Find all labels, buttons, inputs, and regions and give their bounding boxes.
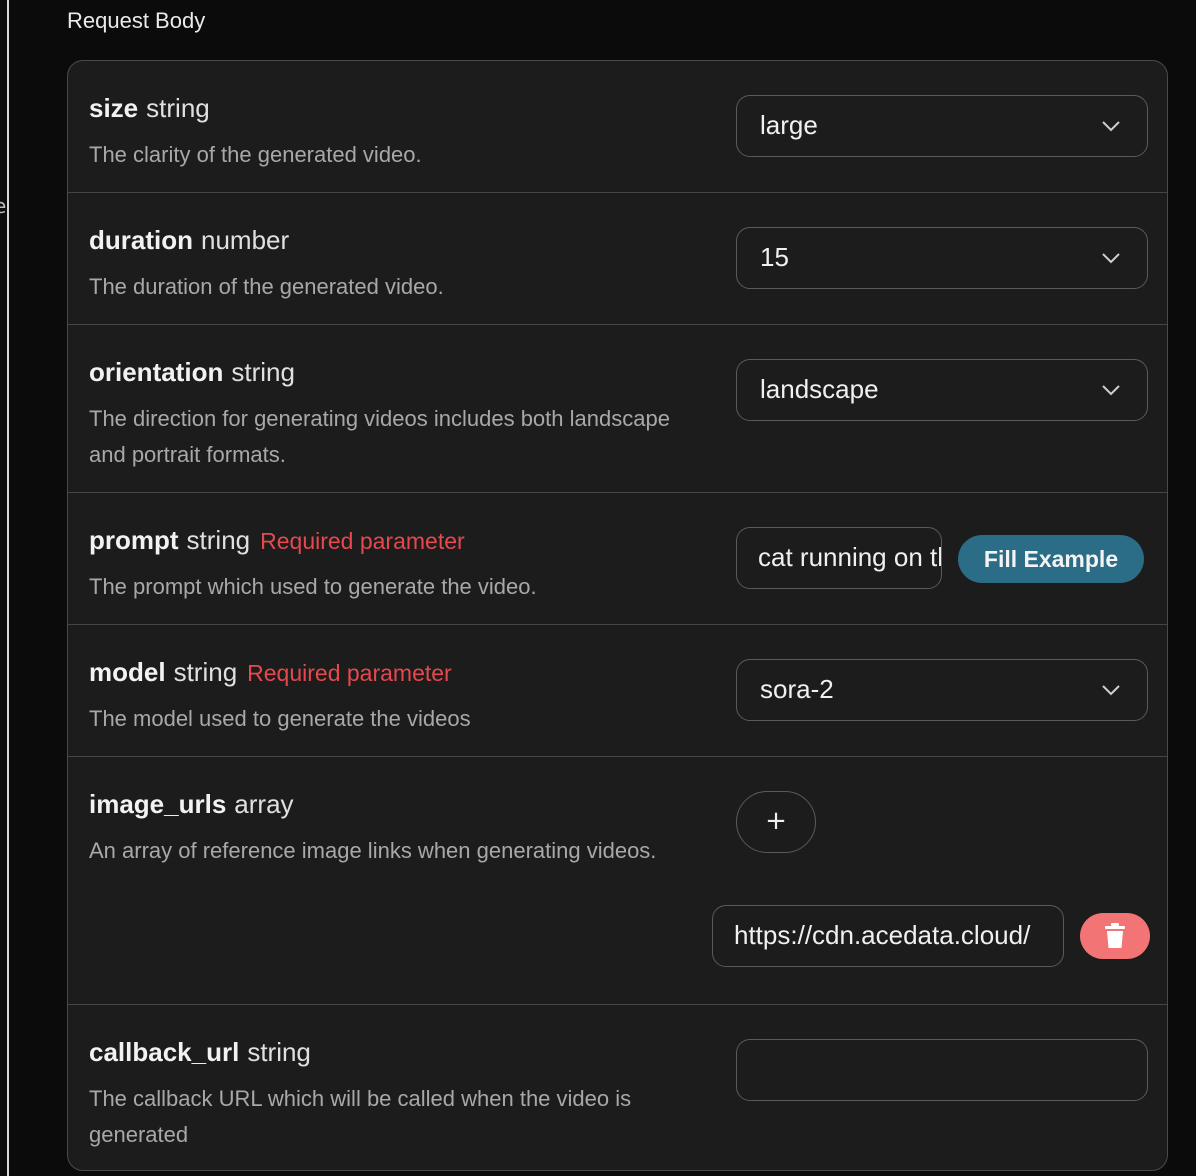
- select-value: large: [760, 110, 818, 140]
- left-panel-clipped-text: e: [0, 194, 7, 218]
- required-badge: Required parameter: [260, 528, 465, 554]
- param-description: The prompt which used to generate the vi…: [89, 574, 537, 599]
- select-value: landscape: [760, 374, 879, 404]
- required-badge: Required parameter: [247, 660, 452, 686]
- param-type: string: [186, 525, 251, 555]
- duration-select[interactable]: 15: [736, 227, 1148, 289]
- param-name: size: [89, 93, 139, 123]
- image-url-input[interactable]: https://cdn.acedata.cloud/: [712, 905, 1064, 967]
- request-body-card: size string The clarity of the generated …: [67, 60, 1168, 1171]
- chevron-down-icon: [1102, 253, 1120, 264]
- delete-item-button[interactable]: [1080, 913, 1150, 959]
- size-select[interactable]: large: [736, 95, 1148, 157]
- param-description: The clarity of the generated video.: [89, 142, 422, 167]
- param-type: string: [247, 1037, 311, 1067]
- param-name: image_urls: [89, 789, 227, 819]
- param-type: string: [173, 657, 238, 687]
- orientation-select[interactable]: landscape: [736, 359, 1148, 421]
- param-description: The duration of the generated video.: [89, 274, 444, 299]
- chevron-down-icon: [1102, 685, 1120, 696]
- select-value: 15: [760, 242, 789, 272]
- left-panel-border: [7, 0, 9, 1176]
- param-name: callback_url: [89, 1037, 240, 1067]
- param-header: size string: [89, 93, 210, 124]
- param-header: orientation string: [89, 357, 295, 388]
- param-row-image-urls: image_urls array An array of reference im…: [68, 757, 1167, 1005]
- param-header: image_urls array: [89, 789, 294, 820]
- param-type: string: [231, 357, 295, 387]
- callback-url-input[interactable]: [736, 1039, 1148, 1101]
- param-row-callback-url: callback_url string The callback URL whic…: [68, 1005, 1167, 1170]
- section-title: Request Body: [67, 8, 206, 33]
- chevron-down-icon: [1102, 121, 1120, 132]
- param-row-prompt: prompt string Required parameter The promp…: [68, 493, 1167, 625]
- param-row-model: model string Required parameter The model …: [68, 625, 1167, 757]
- param-row-orientation: orientation string The direction for gene…: [68, 325, 1167, 493]
- param-name: prompt: [89, 525, 179, 555]
- trash-icon: [1105, 923, 1125, 948]
- prompt-input[interactable]: cat running on the river: [736, 527, 942, 589]
- add-item-button[interactable]: +: [736, 791, 816, 853]
- param-name: model: [89, 657, 166, 687]
- param-description: An array of reference image links when g…: [89, 838, 657, 863]
- param-header: callback_url string: [89, 1037, 311, 1068]
- param-type: string: [146, 93, 210, 123]
- input-value: https://cdn.acedata.cloud/: [734, 920, 1031, 950]
- model-select[interactable]: sora-2: [736, 659, 1148, 721]
- page: e Request Body size string The clarity of…: [0, 0, 1196, 1176]
- param-name: duration: [89, 225, 193, 255]
- param-description: The model used to generate the videos: [89, 706, 471, 731]
- select-value: sora-2: [760, 674, 834, 704]
- param-header: prompt string Required parameter: [89, 525, 465, 556]
- param-description: The direction for generating videos incl…: [89, 406, 670, 467]
- param-description: The callback URL which will be called wh…: [89, 1086, 632, 1147]
- param-name: orientation: [89, 357, 224, 387]
- param-header: duration number: [89, 225, 289, 256]
- chevron-down-icon: [1102, 385, 1120, 396]
- input-value: cat running on the river: [758, 542, 941, 572]
- param-row-duration: duration number The duration of the gener…: [68, 193, 1167, 325]
- param-row-size: size string The clarity of the generated …: [68, 61, 1167, 193]
- param-type: array: [234, 789, 294, 819]
- fill-example-button[interactable]: Fill Example: [958, 535, 1144, 583]
- param-type: number: [201, 225, 290, 255]
- param-header: model string Required parameter: [89, 657, 452, 688]
